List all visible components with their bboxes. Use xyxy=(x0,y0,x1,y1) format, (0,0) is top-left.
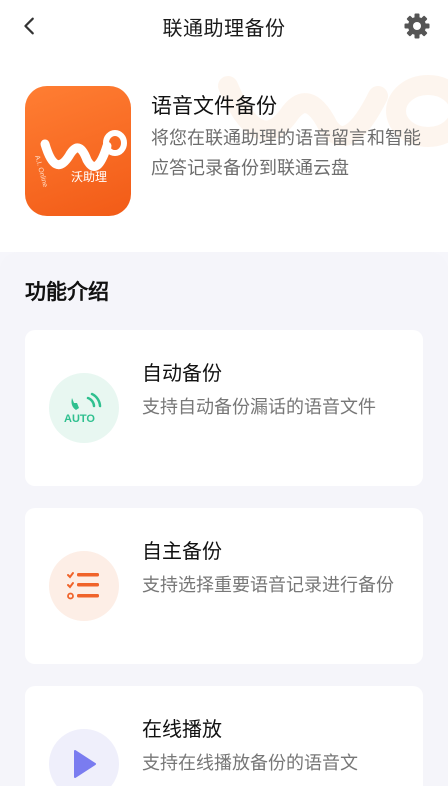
logo-caption: 沃助理 xyxy=(71,170,107,184)
feature-card-manual-backup[interactable]: 自主备份 支持选择重要语音记录进行备份 xyxy=(25,508,423,664)
top-bar: 联通助理备份 xyxy=(0,0,448,52)
section-title: 功能介绍 xyxy=(25,280,109,304)
gear-icon xyxy=(404,13,430,39)
feature-card-online-play[interactable]: 在线播放 支持在线播放备份的语音文 xyxy=(25,686,423,786)
hero-section: A.I. Online 沃助理 语音文件备份 将您在联通助理的语音留言和智能应答… xyxy=(0,52,448,252)
back-button[interactable] xyxy=(14,10,46,42)
feature-description: 支持选择重要语音记录进行备份 xyxy=(142,575,394,596)
hero-text: 语音文件备份 将您在联通助理的语音留言和智能应答记录备份到联通云盘 xyxy=(151,90,426,184)
page-title: 联通助理备份 xyxy=(162,15,286,40)
checklist-icon xyxy=(49,551,119,621)
play-icon xyxy=(49,729,119,786)
hero-description: 将您在联通助理的语音留言和智能应答记录备份到联通云盘 xyxy=(151,128,421,179)
feature-card-auto-backup[interactable]: AUTO 自动备份 支持自动备份漏话的语音文件 xyxy=(25,330,423,486)
auto-backup-icon: AUTO xyxy=(49,373,119,443)
chevron-left-icon xyxy=(24,17,34,35)
feature-panel: 功能介绍 AUTO 自动备份 支持自动备份漏话的语音文件 自主备份 支持选择重要… xyxy=(0,252,448,786)
app-logo: A.I. Online 沃助理 xyxy=(25,86,131,216)
hero-title: 语音文件备份 xyxy=(151,94,277,118)
feature-title: 在线播放 xyxy=(142,717,222,741)
settings-button[interactable] xyxy=(400,9,434,43)
feature-description: 支持在线播放备份的语音文 xyxy=(142,753,358,774)
feature-title: 自主备份 xyxy=(142,539,222,563)
feature-title: 自动备份 xyxy=(142,361,222,385)
feature-description: 支持自动备份漏话的语音文件 xyxy=(142,397,376,418)
auto-icon-text: AUTO xyxy=(64,413,95,425)
logo-side-text: A.I. Online xyxy=(33,155,48,188)
